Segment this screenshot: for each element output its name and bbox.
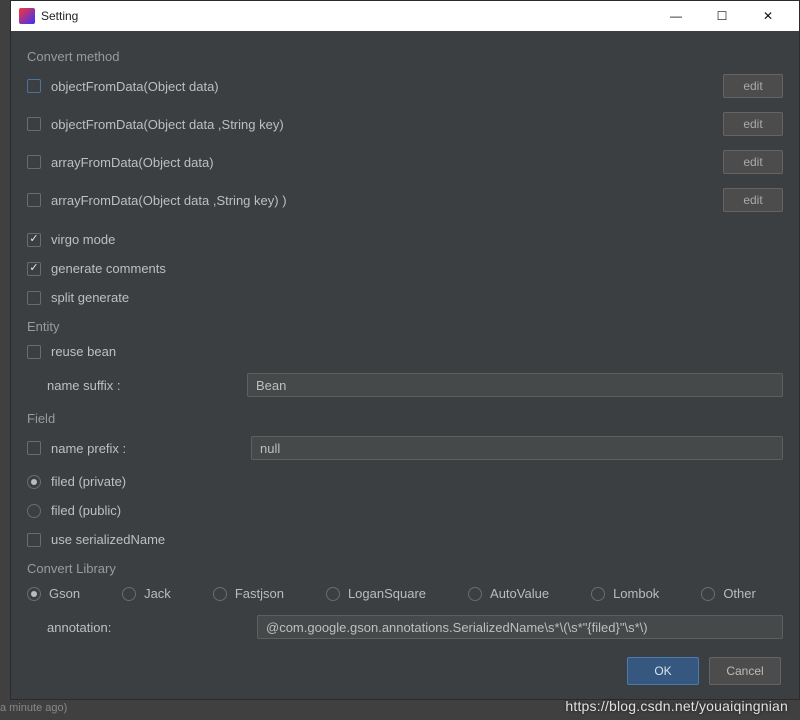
field-private-label: filed (private) [51, 474, 783, 489]
lib-lombok-radio[interactable] [591, 587, 605, 601]
lib-fastjson-radio[interactable] [213, 587, 227, 601]
name-prefix-checkbox[interactable] [27, 441, 41, 455]
titlebar: Setting — ☐ ✕ [11, 1, 799, 31]
library-options-row: Gson Jack Fastjson LoganSquare AutoValue… [27, 586, 783, 601]
window-title: Setting [41, 9, 653, 23]
lib-other-radio[interactable] [701, 587, 715, 601]
minimize-button[interactable]: — [653, 1, 699, 31]
split-generate-row: split generate [27, 290, 783, 305]
watermark-text: https://blog.csdn.net/youaiqingnian [565, 698, 788, 714]
convert-method-label: Convert method [27, 49, 783, 64]
background-text: a minute ago) [0, 702, 67, 714]
convert-method-row-2: arrayFromData(Object data) edit [27, 150, 783, 174]
object-from-data-key-label: objectFromData(Object data ,String key) [51, 117, 723, 132]
generate-comments-checkbox[interactable] [27, 262, 41, 276]
lib-logansquare-radio[interactable] [326, 587, 340, 601]
array-from-data-label: arrayFromData(Object data) [51, 155, 723, 170]
edit-button-1[interactable]: edit [723, 112, 783, 136]
lib-gson-radio[interactable] [27, 587, 41, 601]
field-public-radio[interactable] [27, 504, 41, 518]
split-generate-label: split generate [51, 290, 783, 305]
lib-other-label: Other [723, 586, 756, 601]
name-suffix-input[interactable] [247, 373, 783, 397]
use-serialized-row: use serializedName [27, 532, 783, 547]
edit-button-0[interactable]: edit [723, 74, 783, 98]
settings-window: Setting — ☐ ✕ Convert method objectFromD… [10, 0, 800, 700]
field-section-label: Field [27, 411, 783, 426]
convert-method-row-0: objectFromData(Object data) edit [27, 74, 783, 98]
annotation-label: annotation: [47, 620, 257, 635]
entity-section-label: Entity [27, 319, 783, 334]
lib-autovalue-label: AutoValue [490, 586, 549, 601]
use-serialized-label: use serializedName [51, 532, 783, 547]
object-from-data-checkbox[interactable] [27, 79, 41, 93]
convert-method-row-1: objectFromData(Object data ,String key) … [27, 112, 783, 136]
lib-logansquare-label: LoganSquare [348, 586, 426, 601]
reuse-bean-checkbox[interactable] [27, 345, 41, 359]
generate-comments-label: generate comments [51, 261, 783, 276]
lib-fastjson-label: Fastjson [235, 586, 284, 601]
object-from-data-key-checkbox[interactable] [27, 117, 41, 131]
field-public-row: filed (public) [27, 503, 783, 518]
use-serialized-checkbox[interactable] [27, 533, 41, 547]
annotation-input[interactable] [257, 615, 783, 639]
lib-lombok-label: Lombok [613, 586, 659, 601]
array-from-data-checkbox[interactable] [27, 155, 41, 169]
footer-buttons: OK Cancel [627, 657, 781, 685]
virgo-mode-row: virgo mode [27, 232, 783, 247]
lib-jack-radio[interactable] [122, 587, 136, 601]
annotation-row: annotation: [27, 615, 783, 639]
lib-jack-label: Jack [144, 586, 171, 601]
name-prefix-label: name prefix : [51, 441, 251, 456]
library-section-label: Convert Library [27, 561, 783, 576]
name-prefix-row: name prefix : [27, 436, 783, 460]
reuse-bean-label: reuse bean [51, 344, 783, 359]
app-icon [19, 8, 35, 24]
content-area: Convert method objectFromData(Object dat… [11, 31, 799, 653]
field-private-row: filed (private) [27, 474, 783, 489]
generate-comments-row: generate comments [27, 261, 783, 276]
cancel-button[interactable]: Cancel [709, 657, 781, 685]
array-from-data-key-checkbox[interactable] [27, 193, 41, 207]
convert-method-row-3: arrayFromData(Object data ,String key) )… [27, 188, 783, 212]
lib-autovalue-radio[interactable] [468, 587, 482, 601]
lib-gson-label: Gson [49, 586, 80, 601]
maximize-button[interactable]: ☐ [699, 1, 745, 31]
array-from-data-key-label: arrayFromData(Object data ,String key) ) [51, 193, 723, 208]
virgo-mode-label: virgo mode [51, 232, 783, 247]
close-button[interactable]: ✕ [745, 1, 791, 31]
edit-button-3[interactable]: edit [723, 188, 783, 212]
reuse-bean-row: reuse bean [27, 344, 783, 359]
virgo-mode-checkbox[interactable] [27, 233, 41, 247]
field-private-radio[interactable] [27, 475, 41, 489]
object-from-data-label: objectFromData(Object data) [51, 79, 723, 94]
split-generate-checkbox[interactable] [27, 291, 41, 305]
name-suffix-row: name suffix : [47, 373, 783, 397]
name-prefix-input[interactable] [251, 436, 783, 460]
name-suffix-label: name suffix : [47, 378, 247, 393]
edit-button-2[interactable]: edit [723, 150, 783, 174]
ok-button[interactable]: OK [627, 657, 699, 685]
field-public-label: filed (public) [51, 503, 783, 518]
